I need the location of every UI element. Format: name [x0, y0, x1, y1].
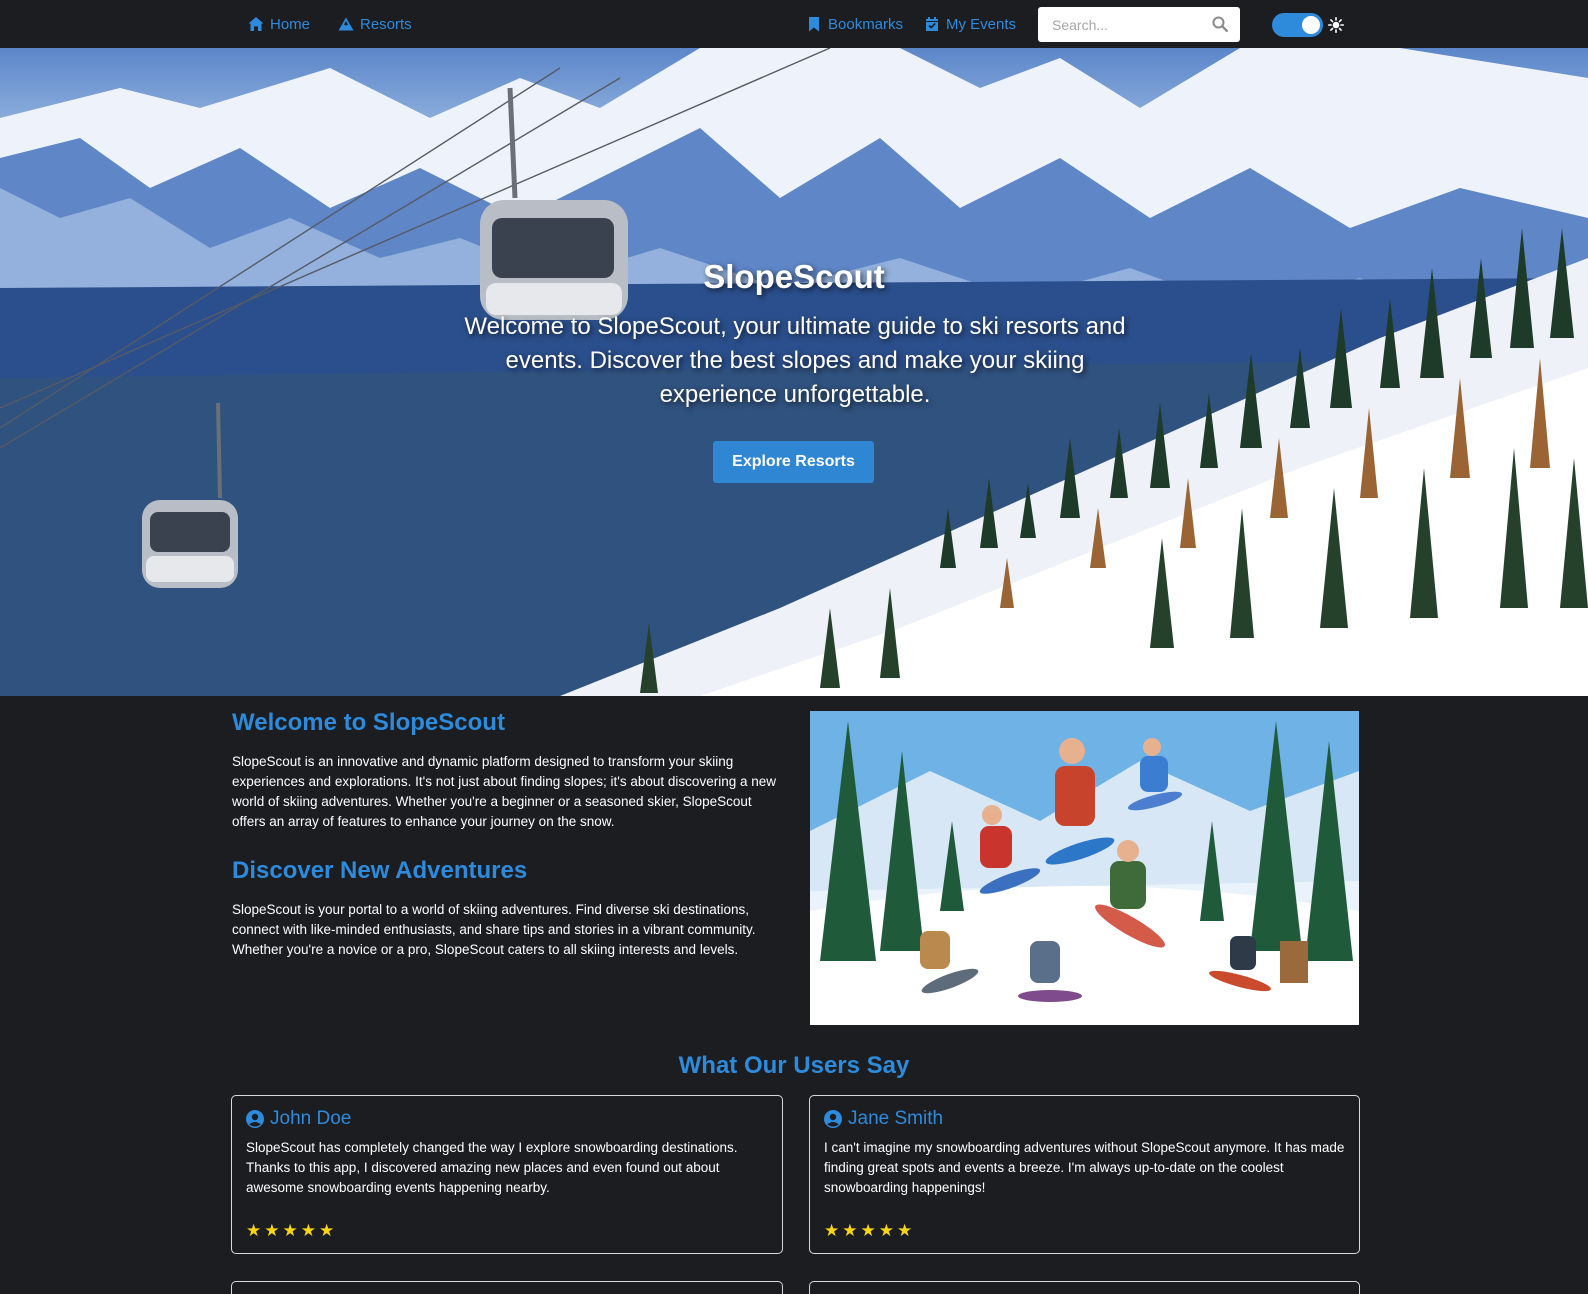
sun-icon: [1328, 17, 1344, 33]
navbar: Home Resorts Bookmarks My Events: [0, 0, 1588, 48]
testimonial-author-name: Jane Smith: [848, 1108, 944, 1129]
calendar-check-icon: [926, 17, 938, 31]
mountain-icon: [338, 17, 354, 31]
testimonial-text: SlopeScout has completely changed the wa…: [246, 1140, 738, 1195]
testimonial-author: Jane Smith: [824, 1108, 943, 1130]
star-icon: ★: [264, 1221, 280, 1240]
nav-my-events-label: My Events: [946, 15, 1017, 33]
explore-resorts-button[interactable]: Explore Resorts: [713, 441, 874, 483]
star-icon: ★: [246, 1221, 262, 1240]
star-rating: ★ ★ ★ ★ ★: [824, 1222, 912, 1239]
star-icon: ★: [282, 1221, 298, 1240]
star-icon: ★: [319, 1221, 335, 1240]
nav-resorts-label: Resorts: [360, 15, 412, 33]
testimonials-title: What Our Users Say: [678, 1052, 910, 1079]
testimonial-author: John Doe: [246, 1108, 351, 1130]
nav-home-link[interactable]: Home: [248, 0, 310, 48]
star-icon: ★: [897, 1221, 913, 1240]
testimonial-text: I can't imagine my snowboarding adventur…: [824, 1140, 1345, 1195]
star-icon: ★: [824, 1221, 840, 1240]
testimonial-card: [809, 1281, 1360, 1294]
snowboarders-illustration: [810, 711, 1359, 1025]
nav-bookmarks-link[interactable]: Bookmarks: [806, 0, 903, 48]
star-icon: ★: [842, 1221, 858, 1240]
star-rating: ★ ★ ★ ★ ★: [246, 1222, 334, 1239]
welcome-heading: Welcome to SlopeScout: [232, 709, 505, 736]
star-icon: ★: [300, 1221, 316, 1240]
bookmark-icon: [809, 17, 819, 32]
testimonial-card: [231, 1281, 783, 1294]
nav-my-events-link[interactable]: My Events: [924, 0, 1016, 48]
discover-heading: Discover New Adventures: [232, 857, 528, 884]
theme-toggle[interactable]: [1272, 13, 1323, 37]
nav-bookmarks-label: Bookmarks: [828, 15, 904, 33]
search-input[interactable]: [1038, 16, 1198, 33]
home-icon: [248, 17, 264, 31]
search-box: [1038, 7, 1240, 42]
user-circle-icon: [824, 1110, 842, 1128]
star-icon: ★: [860, 1221, 876, 1240]
hero-description: Welcome to SlopeScout, your ultimate gui…: [464, 313, 1126, 408]
hero-section: SlopeScout Welcome to SlopeScout, your u…: [0, 48, 1588, 696]
nav-resorts-link[interactable]: Resorts: [338, 0, 412, 48]
search-icon[interactable]: [1212, 16, 1228, 32]
user-circle-icon: [246, 1110, 264, 1128]
testimonial-author-name: John Doe: [270, 1108, 352, 1129]
nav-home-label: Home: [270, 15, 311, 33]
discover-paragraph: SlopeScout is your portal to a world of …: [232, 902, 756, 957]
testimonial-card: John Doe SlopeScout has completely chang…: [231, 1095, 783, 1254]
hero-title: SlopeScout: [703, 258, 885, 295]
star-icon: ★: [878, 1221, 894, 1240]
welcome-paragraph: SlopeScout is an innovative and dynamic …: [232, 754, 776, 829]
theme-toggle-knob: [1302, 16, 1320, 34]
testimonial-card: Jane Smith I can't imagine my snowboardi…: [809, 1095, 1360, 1254]
